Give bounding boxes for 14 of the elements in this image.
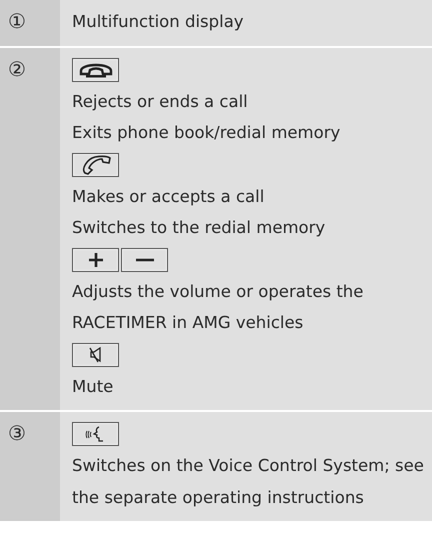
plus-icon	[88, 252, 104, 268]
description-text: Rejects or ends a call	[72, 90, 249, 112]
description-text: Exits phone book/redial memory	[72, 122, 342, 144]
item-number: ③	[8, 420, 26, 447]
item-number: ①	[8, 8, 26, 35]
description-text: Mute	[72, 376, 114, 398]
item-number: ②	[8, 56, 26, 82]
minus-icon	[136, 258, 154, 262]
description-text: Multifunction display	[72, 11, 245, 33]
description-text: Switches on the Voice Control System; see the separate operating instructions	[72, 455, 425, 508]
description-text: Makes or accepts a call	[72, 186, 266, 208]
description-text: Adjusts the volume or operates the RACETIMER in AMG vehicles	[72, 280, 364, 334]
description-text: Switches to the redial memory	[72, 217, 326, 239]
speaker-muted-icon	[88, 346, 102, 362]
